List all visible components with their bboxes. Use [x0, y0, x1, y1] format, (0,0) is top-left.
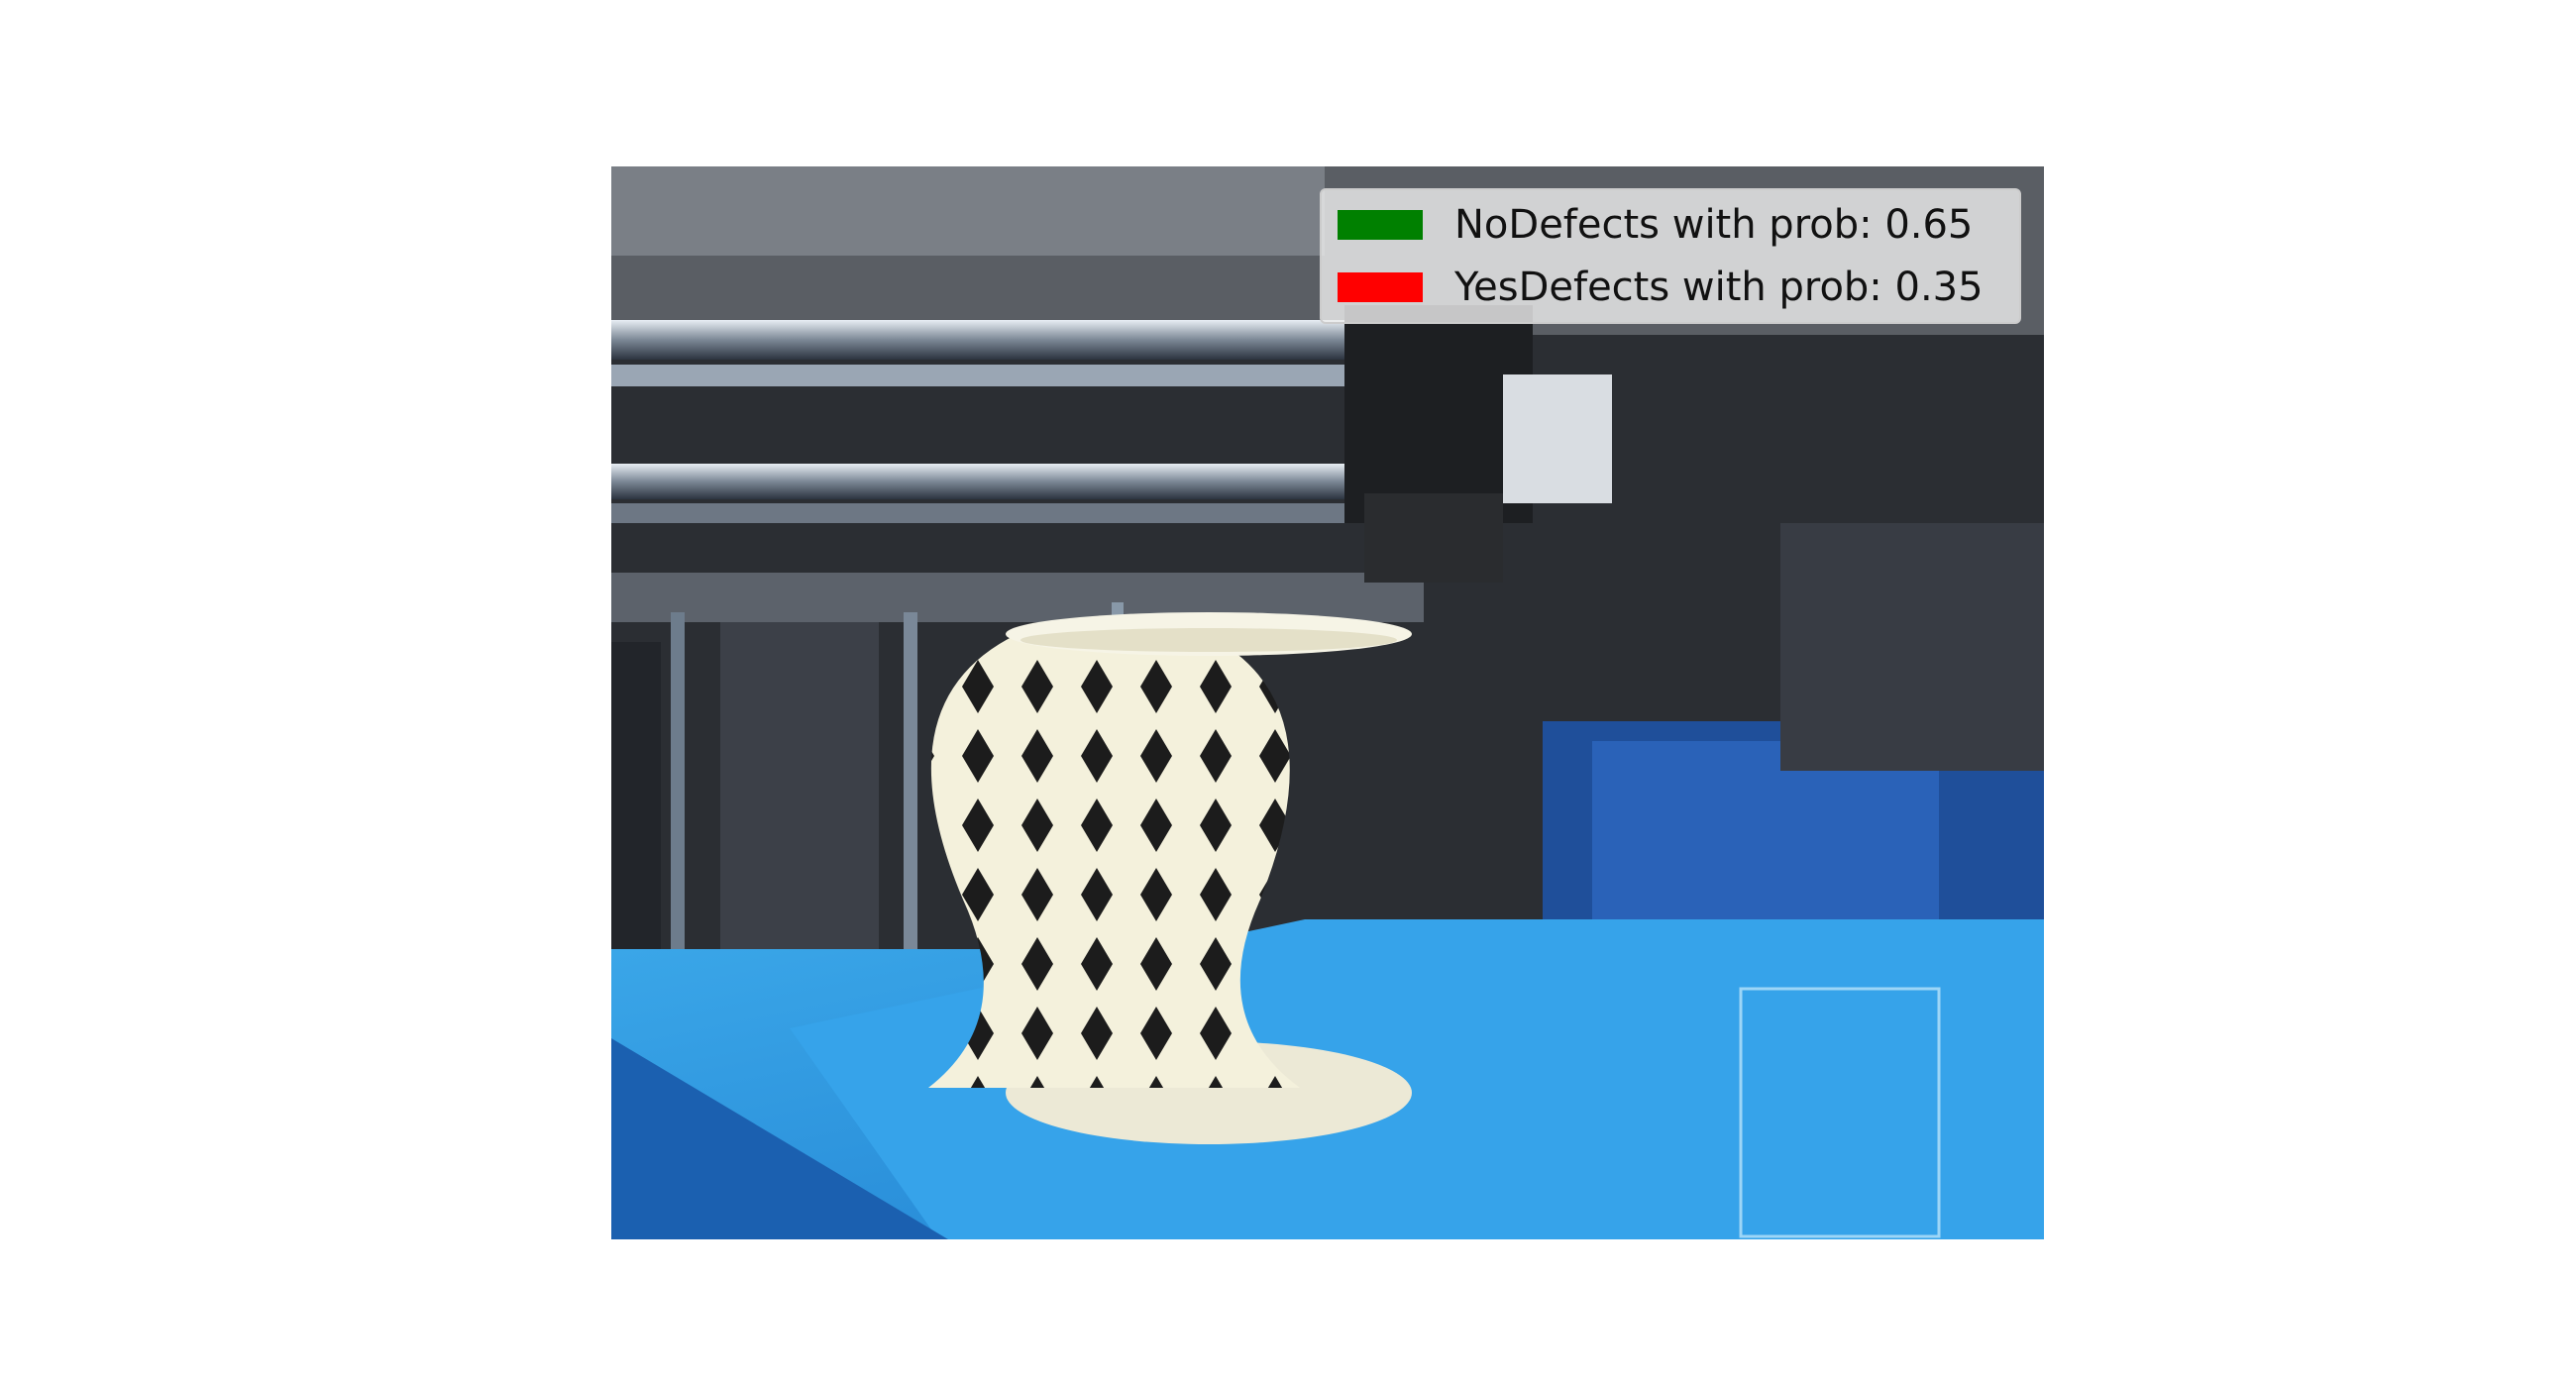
photo-illustration [611, 166, 2044, 1239]
legend-label-yesdefects: YesDefects with prob: 0.35 [1454, 265, 1984, 310]
legend-label-nodefects: NoDefects with prob: 0.65 [1454, 202, 1974, 248]
printer-photo [611, 166, 2044, 1239]
legend-swatch-red [1338, 272, 1423, 302]
legend: NoDefects with prob: 0.65 YesDefects wit… [1320, 188, 2021, 324]
legend-item-yesdefects: YesDefects with prob: 0.35 [1338, 263, 1984, 312]
legend-item-nodefects: NoDefects with prob: 0.65 [1338, 200, 1973, 250]
legend-swatch-green [1338, 210, 1423, 240]
